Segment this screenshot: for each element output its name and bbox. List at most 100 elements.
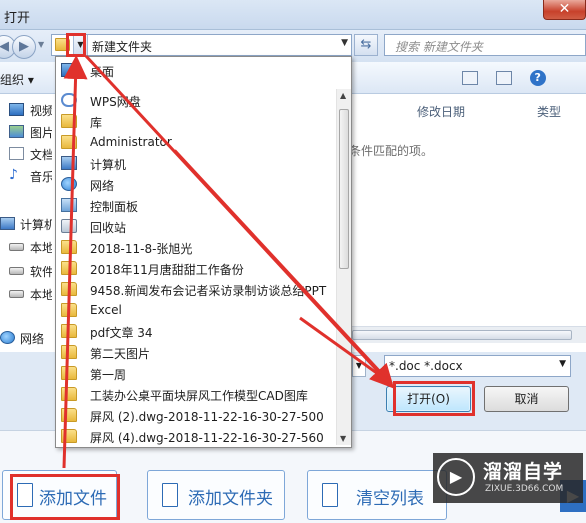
watermark-title: 溜溜自学	[483, 461, 564, 483]
preview-pane-icon[interactable]	[495, 71, 512, 85]
dropdown-item-label: 计算机	[90, 158, 127, 172]
computer-icon	[0, 217, 15, 230]
network-icon	[61, 177, 77, 191]
folder-icon	[61, 387, 77, 401]
cancel-button[interactable]: 取消	[484, 386, 569, 412]
nav-label: 本地	[30, 288, 55, 302]
folder-icon	[61, 345, 77, 359]
desktop-icon	[61, 63, 77, 77]
video-icon	[9, 103, 24, 116]
organize-menu[interactable]: 组织 ▾	[0, 71, 34, 88]
dropdown-item-network[interactable]: 网络	[56, 174, 336, 195]
watermark: ▶ 溜溜自学 ZIXUE.3D66.COM	[433, 453, 583, 503]
scroll-down-icon[interactable]: ▼	[340, 434, 346, 443]
folder-icon	[61, 429, 77, 443]
dropdown-scrollbar-thumb[interactable]	[339, 109, 349, 269]
dropdown-item-library[interactable]: 库	[56, 111, 336, 132]
nav-label: 视频	[30, 104, 55, 118]
dropdown-item-folder[interactable]: pdf文章 34	[56, 321, 336, 342]
file-type-select[interactable]: *.doc *.docx ▼	[384, 355, 571, 377]
dropdown-item-label: 2018-11-8-张旭光	[90, 242, 193, 256]
scrollbar-thumb[interactable]	[352, 330, 572, 340]
chevron-down-icon[interactable]: ▼	[341, 38, 348, 48]
nav-label: 图片	[30, 126, 55, 140]
dropdown-item-folder[interactable]: Excel	[56, 300, 336, 321]
dropdown-item-label: 库	[90, 116, 103, 130]
navigation-pane: 视频 图片 文档 ♪ 音乐 计算机 本地 软件 本地 网络	[0, 94, 56, 352]
drive-icon	[9, 267, 24, 275]
dropdown-item-label: pdf文章 34	[90, 326, 153, 340]
folder-icon	[61, 366, 77, 380]
dropdown-item-folder[interactable]: 9458.新闻发布会记者采访录制访谈总结PPT	[56, 279, 336, 300]
dropdown-item-folder[interactable]: 2018年11月唐甜甜工作备份	[56, 258, 336, 279]
music-icon: ♪	[9, 168, 24, 182]
search-placeholder: 搜索 新建文件夹	[395, 40, 483, 54]
dropdown-scrollbar[interactable]: ▲ ▼	[336, 89, 351, 445]
refresh-button[interactable]: ⇆	[354, 34, 378, 56]
file-type-value: *.doc *.docx	[389, 359, 463, 373]
folder-icon	[61, 282, 77, 296]
dropdown-item-label: 2018年11月唐甜甜工作备份	[90, 263, 244, 277]
address-bar[interactable]: ▼ 新建文件夹 ▼	[51, 34, 352, 56]
dropdown-item-folder[interactable]: 屏风 (2).dwg-2018-11-22-16-30-27-500	[56, 405, 336, 426]
dropdown-item-folder[interactable]: 工装办公桌平面块屏风工作模型CAD图库	[56, 384, 336, 405]
back-arrow-icon: ◀	[0, 39, 9, 54]
help-icon[interactable]: ?	[529, 70, 546, 86]
dropdown-item-label: 屏风 (2).dwg-2018-11-22-16-30-27-500	[90, 410, 324, 424]
dropdown-item-label: 网络	[90, 179, 115, 193]
watermark-logo-icon: ▶	[437, 458, 475, 496]
forward-button[interactable]: ▶	[12, 35, 36, 59]
recent-pages-dropdown[interactable]: ▼	[38, 40, 44, 49]
dropdown-item-control-panel[interactable]: 控制面板	[56, 195, 336, 216]
dropdown-item-label: 9458.新闻发布会记者采访录制访谈总结PPT	[90, 284, 327, 298]
dropdown-item-label: 第一周	[90, 368, 127, 382]
chevron-down-icon: ▼	[559, 359, 566, 369]
annotation-box-add-file	[10, 474, 120, 520]
nav-label: 音乐	[30, 170, 55, 184]
nav-label: 软件	[30, 265, 55, 279]
dropdown-item-label: 桌面	[90, 65, 115, 79]
close-button[interactable]: ✕	[543, 0, 586, 20]
folder-icon	[61, 408, 77, 422]
computer-icon	[61, 156, 77, 170]
column-header-modified[interactable]: 修改日期	[417, 103, 465, 120]
nav-label: 计算机	[20, 218, 57, 232]
folder-icon	[61, 303, 77, 317]
dropdown-item-label: 回收站	[90, 221, 127, 235]
dropdown-item-desktop[interactable]: 桌面	[56, 60, 336, 81]
drive-icon	[9, 290, 24, 298]
clear-list-button[interactable]: 清空列表	[307, 470, 447, 520]
dropdown-item-label: 工装办公桌平面块屏风工作模型CAD图库	[90, 389, 308, 403]
folder-icon	[61, 261, 77, 275]
dropdown-item-computer[interactable]: 计算机	[56, 153, 336, 174]
dropdown-item-folder[interactable]: 第一周	[56, 363, 336, 384]
add-folder-icon	[162, 483, 178, 507]
folder-icon	[61, 135, 77, 149]
picture-icon	[9, 125, 24, 138]
scroll-up-icon[interactable]: ▲	[340, 91, 346, 100]
address-dropdown-list[interactable]: 桌面 WPS网盘 库 Administrator 计算机 网络 控制面板 回收站…	[55, 56, 352, 448]
dropdown-item-wps-cloud[interactable]: WPS网盘	[56, 90, 336, 111]
dropdown-item-folder[interactable]: 2018-11-8-张旭光	[56, 237, 336, 258]
window-title: 打开	[4, 11, 31, 26]
nav-label: 文档	[30, 148, 55, 162]
dropdown-item-folder[interactable]: 第二天图片	[56, 342, 336, 363]
address-text: 新建文件夹	[92, 40, 153, 54]
search-input[interactable]: 搜索 新建文件夹	[384, 34, 586, 56]
refresh-icon: ⇆	[360, 37, 372, 52]
document-icon	[9, 147, 24, 160]
dropdown-item-recycle-bin[interactable]: 回收站	[56, 216, 336, 237]
dropdown-item-administrator[interactable]: Administrator	[56, 132, 336, 153]
dropdown-item-label: WPS网盘	[90, 95, 141, 109]
view-options-icon[interactable]	[462, 71, 478, 85]
dropdown-item-folder[interactable]: 屏风 (4).dwg-2018-11-22-16-30-27-560	[56, 426, 336, 447]
annotation-box-address-dropdown	[66, 33, 86, 57]
filename-dropdown[interactable]: ▼	[352, 355, 366, 377]
empty-message: 条件匹配的项。	[349, 144, 434, 158]
control-panel-icon	[61, 198, 77, 212]
folder-icon	[61, 240, 77, 254]
add-folder-button[interactable]: 添加文件夹	[147, 470, 285, 520]
column-header-type[interactable]: 类型	[537, 103, 561, 120]
horizontal-scrollbar[interactable]	[352, 326, 586, 343]
nav-label: 网络	[20, 332, 45, 346]
